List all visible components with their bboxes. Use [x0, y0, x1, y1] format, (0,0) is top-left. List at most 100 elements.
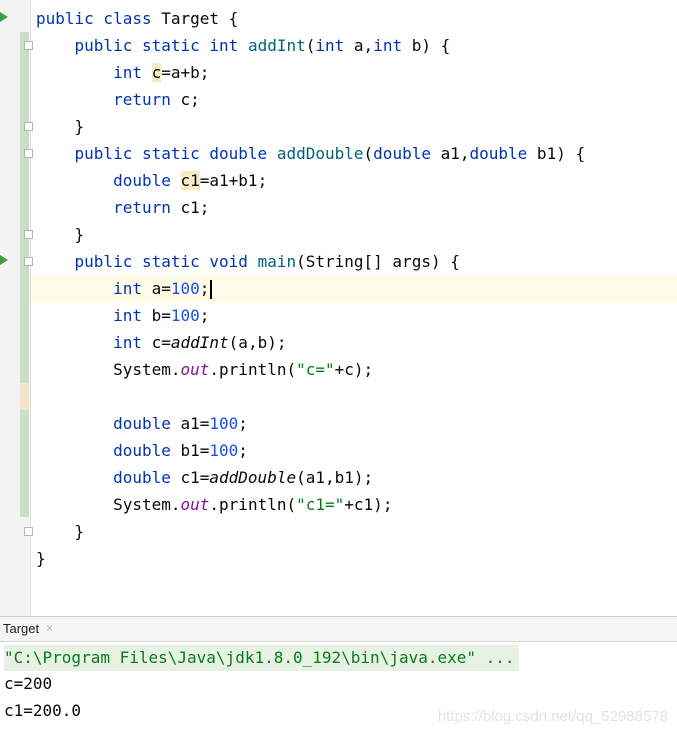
code-text: ; [199, 279, 210, 298]
keyword: int [113, 306, 142, 325]
code-text: +c1); [344, 495, 393, 514]
fold-icon[interactable] [24, 122, 33, 131]
code-line-20[interactable]: } [36, 518, 85, 545]
keyword: double [469, 144, 528, 163]
keyword: public class [36, 9, 152, 28]
code-line-17[interactable]: double b1=100; [36, 437, 248, 464]
code-text: =a1+b1; [199, 171, 268, 190]
code-text: a= [141, 279, 171, 298]
code-text: } [74, 522, 85, 541]
code-line-19[interactable]: System.out.println("c1="+c1); [36, 491, 392, 518]
change-marker[interactable] [20, 410, 29, 517]
code-text: Target { [151, 9, 239, 28]
code-line-9[interactable]: } [36, 221, 85, 248]
fold-icon[interactable] [24, 257, 33, 266]
code-line-10[interactable]: public static void main(String[] args) { [36, 248, 460, 275]
console-command-line[interactable]: "C:\Program Files\Java\jdk1.8.0_192\bin\… [4, 645, 519, 671]
code-line-21[interactable]: } [36, 545, 46, 572]
keyword: public static double [74, 144, 268, 163]
code-text: .println( [209, 495, 297, 514]
string-literal: "c1=" [296, 495, 345, 514]
fold-icon[interactable] [24, 149, 33, 158]
code-text: b1= [170, 441, 210, 460]
console-output-line: c1=200.0 [4, 701, 82, 720]
code-line-2[interactable]: public static int addInt(int a,int b) { [36, 32, 451, 59]
variable-highlight: c1 [180, 171, 200, 190]
code-text: ; [238, 414, 248, 433]
keyword: int [373, 36, 403, 55]
code-text: System. [113, 360, 181, 379]
keyword: double [113, 414, 171, 433]
keyword: double [113, 171, 171, 190]
code-text: ; [238, 441, 248, 460]
run-main-icon[interactable] [0, 255, 8, 265]
code-line-16[interactable]: double a1=100; [36, 410, 248, 437]
keyword: public static void [74, 252, 248, 271]
keyword: int [315, 36, 345, 55]
code-text: b1) { [527, 144, 586, 163]
variable-highlight: c [151, 63, 162, 82]
code-text: (a,b); [228, 333, 287, 352]
watermark: https://blog.csdn.net/qq_52988578 [437, 708, 668, 725]
code-line-11[interactable]: int a=100; [36, 275, 213, 302]
code-text: (a1,b1); [296, 468, 374, 487]
change-marker[interactable] [20, 32, 29, 248]
keyword: int [113, 63, 142, 82]
code-line-6[interactable]: public static double addDouble(double a1… [36, 140, 586, 167]
keyword: double [113, 468, 171, 487]
run-panel-header: Target × [0, 616, 677, 642]
code-text: c= [141, 333, 171, 352]
editor-gutter [0, 0, 33, 616]
code-text: } [74, 225, 85, 244]
keyword: double [113, 441, 171, 460]
method-name: addDouble [276, 144, 364, 163]
run-tab-label[interactable]: Target [3, 621, 39, 636]
close-icon[interactable]: × [46, 621, 53, 635]
keyword: int [113, 333, 142, 352]
number-literal: 100 [170, 279, 200, 298]
code-text: .println( [209, 360, 297, 379]
keyword: public static int [74, 36, 239, 55]
keyword: return [113, 198, 171, 217]
run-class-icon[interactable] [0, 12, 8, 22]
code-text: ; [199, 306, 210, 325]
code-text: } [36, 549, 46, 568]
code-line-18[interactable]: double c1=addDouble(a1,b1); [36, 464, 373, 491]
code-line-7[interactable]: double c1=a1+b1; [36, 167, 267, 194]
code-line-12[interactable]: int b=100; [36, 302, 209, 329]
code-line-8[interactable]: return c1; [36, 194, 209, 221]
code-text: b= [141, 306, 171, 325]
number-literal: 100 [170, 306, 200, 325]
code-text: a1, [430, 144, 470, 163]
code-text: =a+b; [161, 63, 210, 82]
code-text: ( [305, 36, 316, 55]
code-line-4[interactable]: return c; [36, 86, 200, 113]
fold-icon[interactable] [24, 41, 33, 50]
static-field: out [180, 495, 210, 514]
number-literal: 100 [209, 414, 239, 433]
code-line-1[interactable]: public class Target { [36, 5, 238, 32]
fold-icon[interactable] [24, 527, 33, 536]
modified-marker[interactable] [20, 383, 29, 410]
string-literal: "c=" [296, 360, 335, 379]
code-text: (String[] args) { [296, 252, 460, 271]
keyword: return [113, 90, 171, 109]
text-caret [210, 280, 213, 299]
code-line-5[interactable]: } [36, 113, 85, 140]
code-line-14[interactable]: System.out.println("c="+c); [36, 356, 373, 383]
change-marker[interactable] [20, 248, 29, 383]
keyword: double [373, 144, 431, 163]
code-text: c; [170, 90, 200, 109]
fold-icon[interactable] [24, 230, 33, 239]
code-line-13[interactable]: int c=addInt(a,b); [36, 329, 286, 356]
static-call: addInt [170, 333, 229, 352]
code-text: c1= [170, 468, 210, 487]
code-editor[interactable]: public class Target { public static int … [0, 0, 677, 616]
code-line-3[interactable]: int c=a+b; [36, 59, 209, 86]
keyword: int [113, 279, 142, 298]
console-output-line: c=200 [4, 674, 53, 693]
method-name: main [257, 252, 297, 271]
code-text: System. [113, 495, 181, 514]
